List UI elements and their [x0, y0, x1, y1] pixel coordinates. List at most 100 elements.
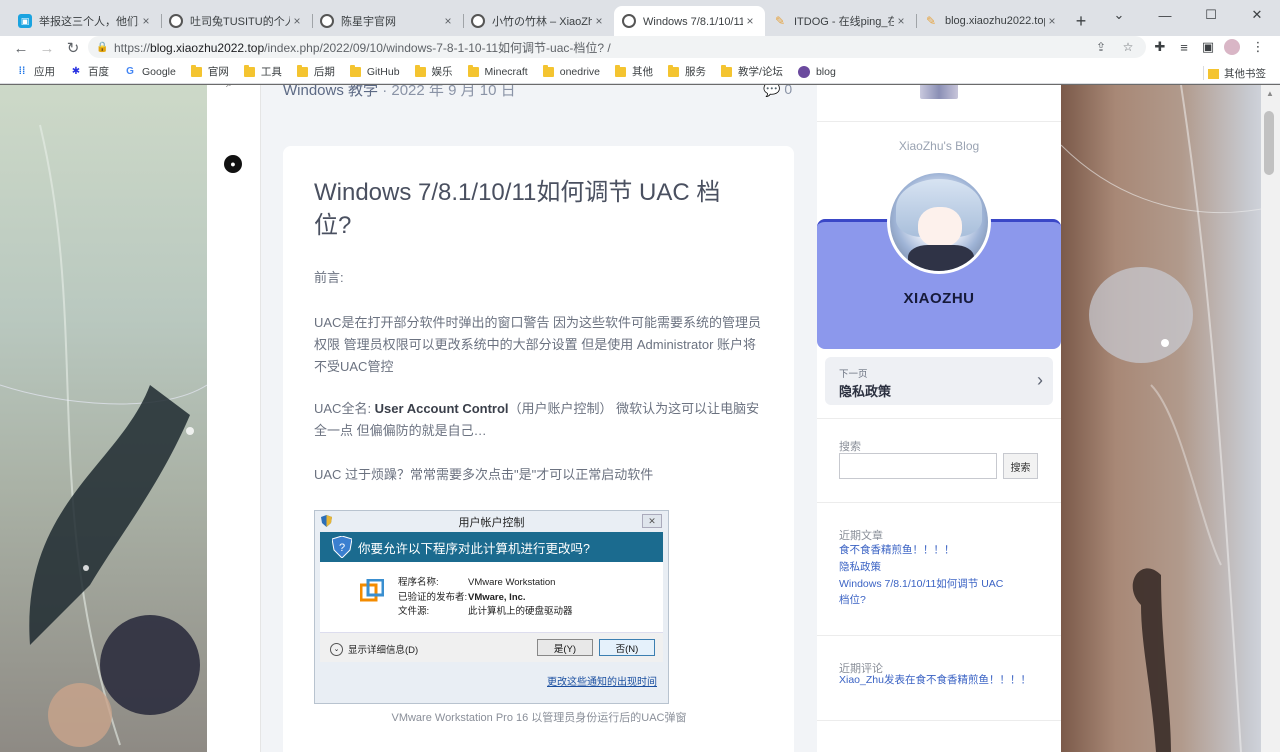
bookmark-folder[interactable]: 官网 [190, 64, 229, 79]
bookmark-folder[interactable]: 服务 [668, 64, 706, 79]
share-icon[interactable]: ⇪ [1093, 39, 1109, 55]
url-scheme: https:// [114, 40, 151, 55]
url-text[interactable]: https://blog.xiaozhu2022.top/index.php/2… [114, 39, 611, 56]
comment-count[interactable]: 💬 0 [763, 85, 792, 98]
tab-close-icon[interactable]: × [1045, 14, 1059, 28]
recent-comment-link[interactable]: Xiao_Zhu发表在食不食香精煎鱼！！！！ [839, 672, 1039, 688]
next-post-title: 隐私政策 [839, 384, 892, 399]
reload-icon[interactable]: ↻ [60, 37, 86, 59]
avatar [887, 170, 991, 274]
bookmark-folder[interactable]: onedrive [542, 64, 601, 78]
folder-icon [467, 64, 479, 77]
bookmark-label: 应用 [34, 66, 55, 78]
uac-row-value: VMware, Inc. [468, 591, 526, 603]
bookmark-folder[interactable]: 其他 [615, 64, 653, 79]
address-bar[interactable]: 🔒 https://blog.xiaozhu2022.top/index.php… [88, 36, 1146, 58]
lock-icon[interactable]: 🔒 [96, 42, 110, 53]
scrollbar-thumb[interactable] [1264, 111, 1274, 175]
other-bookmarks-label: 其他书签 [1224, 68, 1266, 80]
folder-icon [296, 64, 308, 77]
bookmark-google[interactable]: G Google [124, 66, 176, 78]
post-category[interactable]: Windows 教学 [283, 85, 378, 99]
tab-5[interactable]: ✎ ITDOG - 在线ping_在线 × [765, 6, 916, 36]
bookmark-star-icon[interactable]: ☆ [1120, 39, 1136, 55]
tab-6[interactable]: ✎ blog.xiaozhu2022.top_ × [916, 6, 1067, 36]
tab-search-icon[interactable]: ⌄ [1096, 0, 1142, 30]
new-tab-button[interactable]: + [1067, 6, 1095, 36]
github-icon[interactable]: ● [224, 155, 242, 173]
bookmark-folder[interactable]: GitHub [349, 64, 400, 78]
tab-close-icon[interactable]: × [894, 14, 908, 28]
uac-row: 文件源: 此计算机上的硬盘驱动器 [398, 605, 573, 620]
tab-close-icon[interactable]: × [290, 14, 304, 28]
divider [817, 635, 1061, 636]
bookmark-label: onedrive [559, 65, 601, 78]
recent-post-link[interactable]: Windows 7/8.1/10/11如何调节 UAC 档位? [839, 576, 1014, 608]
tab-title: blog.xiaozhu2022.top_ [945, 15, 1045, 27]
post-card: Windows 7/8.1/10/11如何调节 UAC 档位? 前言: UAC是… [283, 146, 794, 752]
post-paragraph: UAC 过于烦躁？常常需要多次点击"是"才可以正常启动软件 [314, 467, 654, 482]
comment-icon: 💬 [763, 85, 781, 97]
search-icon[interactable]: ⌕ [226, 85, 233, 91]
bookmark-folder[interactable]: Minecraft [467, 64, 528, 78]
next-post-card[interactable]: 下一页 隐私政策 › [825, 357, 1053, 405]
uac-details-label: 显示详细信息(D) [348, 645, 419, 656]
uac-no-button: 否(N) [599, 639, 655, 656]
tab-title: 举报这三个人，他们骂人 [39, 16, 139, 28]
next-post-label: 下一页 [839, 369, 868, 380]
extensions-icon[interactable]: ✚ [1151, 37, 1169, 57]
bookmark-folder[interactable]: 后期 [296, 64, 335, 79]
chevron-right-icon: › [1037, 370, 1043, 390]
folder-icon [414, 64, 426, 77]
tab-close-icon[interactable]: × [139, 14, 153, 28]
reading-list-icon[interactable]: ≡ [1175, 37, 1193, 57]
bookmark-folder[interactable]: 工具 [243, 64, 282, 79]
recent-post-link[interactable]: 食不食香精煎鱼！！！！ [839, 542, 1039, 558]
tab-title: 小竹の竹林 – XiaoZhu's [492, 16, 592, 28]
bookmark-baidu[interactable]: ✱ 百度 [70, 64, 109, 79]
uac-yes-button: 是(Y) [537, 639, 593, 656]
tab-1[interactable]: 吐司兔TUSITU的个人网站 × [161, 6, 312, 36]
bookmark-blog[interactable]: blog [797, 65, 836, 78]
svg-text:?: ? [339, 542, 345, 554]
folder-icon [721, 64, 733, 77]
recent-post-link[interactable]: 隐私政策 [839, 559, 1039, 575]
left-rail: ⌕ ● [207, 85, 261, 752]
tab-3[interactable]: 小竹の竹林 – XiaoZhu's × [463, 6, 614, 36]
uac-banner: ? 你要允许以下程序对此计算机进行更改吗? [320, 532, 663, 562]
profile-name: XIAOZHU [903, 290, 975, 307]
side-panel-icon[interactable]: ▣ [1199, 37, 1217, 57]
background-illustration [1060, 85, 1280, 752]
search-button[interactable]: 搜索 [1003, 453, 1038, 479]
search-input[interactable] [839, 453, 997, 479]
back-icon[interactable]: ← [8, 37, 34, 59]
folder-icon [615, 64, 627, 77]
tab-close-icon[interactable]: × [441, 14, 455, 28]
maximize-button[interactable]: ☐ [1188, 0, 1234, 30]
background-artwork-right [1060, 85, 1280, 752]
other-bookmarks[interactable]: 其他书签 [1208, 66, 1266, 81]
scroll-up-icon[interactable]: ▲ [1265, 89, 1275, 99]
tab-2[interactable]: 陈星宇官网 × [312, 6, 463, 36]
minimize-button[interactable]: — [1142, 0, 1188, 30]
tab-close-icon[interactable]: × [743, 14, 757, 28]
tab-4-active[interactable]: Windows 7/8.1/10/11如 × [614, 6, 765, 36]
close-window-button[interactable]: ✕ [1234, 0, 1280, 30]
folder-icon [668, 64, 680, 77]
uac-footer: ⌄ 显示详细信息(D) 是(Y) 否(N) [320, 632, 663, 662]
forward-icon[interactable]: → [34, 37, 60, 59]
apps-icon: ⁞⁞ [18, 66, 26, 77]
bookmark-label: 工具 [260, 66, 282, 78]
bookmark-folder[interactable]: 教学/论坛 [721, 64, 783, 79]
bookmark-apps[interactable]: ⁞⁞ 应用 [16, 64, 55, 79]
bookmark-folder[interactable]: 娱乐 [414, 64, 453, 79]
image-caption: VMware Workstation Pro 16 以管理员身份运行后的UAC弹… [391, 712, 687, 724]
menu-icon[interactable]: ⋮ [1249, 37, 1267, 57]
tab-title: Windows 7/8.1/10/11如 [643, 16, 743, 28]
uac-close-button: ✕ [642, 514, 662, 528]
tab-close-icon[interactable]: × [592, 14, 606, 28]
scrollbar[interactable]: ▲ [1261, 85, 1280, 752]
globe-icon [169, 14, 183, 28]
profile-avatar[interactable] [1223, 37, 1241, 57]
tab-0[interactable]: ▣ 举报这三个人，他们骂人 × [10, 6, 161, 36]
